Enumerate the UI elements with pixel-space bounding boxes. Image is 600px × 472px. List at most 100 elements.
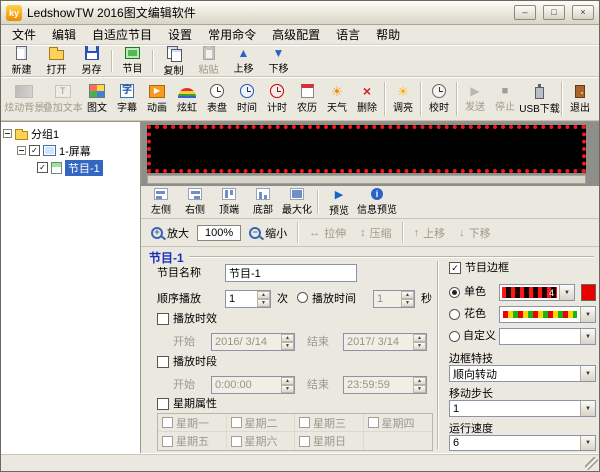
play-time-spinner[interactable]: 1 ▲ ▼ — [373, 290, 415, 308]
dropdown-arrow[interactable]: ▼ — [580, 307, 595, 322]
minimize-button[interactable]: – — [514, 5, 536, 20]
weekday-checkbox-sat[interactable] — [231, 436, 242, 447]
mono-color-radio[interactable] — [449, 287, 460, 298]
subtitle-button[interactable]: 字 字幕 — [112, 79, 142, 119]
brightness-button[interactable]: ☀ 调亮 — [388, 79, 418, 119]
custom-border-combo[interactable]: ▼ — [499, 328, 596, 345]
flower-color-radio[interactable] — [449, 309, 460, 320]
spin-down-button[interactable]: ▼ — [281, 342, 294, 350]
graphic-text-button[interactable]: 图文 — [82, 79, 112, 119]
tree-node-group[interactable]: 分组1 — [3, 125, 138, 142]
spin-down-button[interactable]: ▼ — [413, 385, 426, 393]
exit-button[interactable]: 退出 — [565, 79, 595, 119]
area-move-down-button[interactable]: ↓ 下移 — [453, 223, 497, 243]
align-left-button[interactable]: 左侧 — [145, 187, 177, 217]
stop-button[interactable]: ■ 停止 — [490, 79, 520, 119]
collapse-icon[interactable] — [3, 129, 12, 138]
paste-button[interactable]: 粘贴 — [191, 47, 226, 76]
weekday-checkbox-thu[interactable] — [368, 417, 379, 428]
compress-button[interactable]: ↕ 压缩 — [354, 223, 398, 243]
menu-common-commands[interactable]: 常用命令 — [200, 24, 264, 45]
lunar-calendar-button[interactable]: 农历 — [292, 79, 322, 119]
menu-help[interactable]: 帮助 — [368, 24, 408, 45]
start-time-field[interactable]: 0:00:00 ▲ ▼ — [211, 376, 295, 394]
usb-download-button[interactable]: USB下载 — [520, 79, 559, 119]
spin-down-button[interactable]: ▼ — [413, 342, 426, 350]
time-sync-button[interactable]: 校时 — [424, 79, 454, 119]
maximize-button[interactable]: □ — [543, 5, 565, 20]
new-button[interactable]: 新建 — [4, 47, 39, 76]
info-preview-button[interactable]: i 信息预览 — [357, 187, 397, 217]
program-button[interactable]: 节目 — [115, 47, 150, 76]
dropdown-arrow[interactable]: ▼ — [580, 401, 595, 416]
run-speed-select[interactable]: 6 ▼ — [449, 435, 596, 451]
led-screen[interactable] — [147, 125, 586, 173]
custom-border-radio[interactable] — [449, 331, 460, 342]
flower-pattern-combo[interactable]: ▼ — [499, 306, 596, 323]
menu-file[interactable]: 文件 — [4, 24, 44, 45]
maximize-area-button[interactable]: 最大化 — [281, 187, 313, 217]
stretch-button[interactable]: ↔ 拉伸 — [303, 223, 352, 243]
week-property-checkbox[interactable] — [157, 398, 169, 410]
spin-up-button[interactable]: ▲ — [281, 334, 294, 342]
menu-adaptive-program[interactable]: 自适应节目 — [84, 24, 160, 45]
align-right-button[interactable]: 右侧 — [179, 187, 211, 217]
menu-settings[interactable]: 设置 — [160, 24, 200, 45]
copy-button[interactable]: 复制 — [156, 47, 191, 76]
menu-language[interactable]: 语言 — [328, 24, 368, 45]
border-effect-select[interactable]: 顺向转动 ▼ — [449, 365, 596, 382]
save-as-button[interactable]: 另存 — [74, 47, 109, 76]
move-up-button[interactable]: ▲ 上移 — [226, 47, 261, 76]
timer-button[interactable]: 计时 — [262, 79, 292, 119]
align-bottom-button[interactable]: 底部 — [247, 187, 279, 217]
animation-button[interactable]: ▶ 动画 — [142, 79, 172, 119]
close-button[interactable]: × — [572, 5, 594, 20]
end-date-field[interactable]: 2017/ 3/14 ▲ ▼ — [343, 333, 427, 351]
weekday-checkbox-wed[interactable] — [299, 417, 310, 428]
weather-button[interactable]: ☀ 天气 — [322, 79, 352, 119]
dropdown-arrow[interactable]: ▼ — [580, 366, 595, 381]
dropdown-arrow[interactable]: ▼ — [559, 285, 574, 300]
spin-down-button[interactable]: ▼ — [257, 299, 270, 307]
tree-node-screen[interactable]: ✓ 1-屏幕 — [3, 142, 138, 159]
spin-up-button[interactable]: ▲ — [401, 291, 414, 299]
area-move-up-button[interactable]: ↑ 上移 — [408, 223, 452, 243]
zoom-out-button[interactable]: − 缩小 — [243, 223, 293, 243]
program-checkbox[interactable]: ✓ — [37, 162, 48, 173]
resize-grip[interactable] — [585, 457, 598, 470]
sequence-play-spinner[interactable]: 1 ▲ ▼ — [225, 290, 271, 308]
overlay-text-button[interactable]: T 叠加文本 — [44, 79, 83, 119]
mono-pattern-combo[interactable]: 4 ▼ — [499, 284, 575, 301]
spin-up-button[interactable]: ▲ — [257, 291, 270, 299]
dropdown-arrow[interactable]: ▼ — [580, 329, 595, 344]
weekday-checkbox-sun[interactable] — [299, 436, 310, 447]
program-name-input[interactable]: 节目-1 — [225, 264, 357, 282]
tree-node-program[interactable]: ✓ 节目-1 — [3, 159, 138, 176]
start-date-field[interactable]: 2016/ 3/14 ▲ ▼ — [211, 333, 295, 351]
program-border-checkbox[interactable]: ✓ — [449, 262, 461, 274]
valid-time-checkbox[interactable] — [157, 313, 169, 325]
spin-up-button[interactable]: ▲ — [413, 334, 426, 342]
weekday-checkbox-fri[interactable] — [162, 436, 173, 447]
menu-advanced-config[interactable]: 高级配置 — [264, 24, 328, 45]
end-time-field[interactable]: 23:59:59 ▲ ▼ — [343, 376, 427, 394]
align-top-button[interactable]: 顶端 — [213, 187, 245, 217]
weekday-checkbox-mon[interactable] — [162, 417, 173, 428]
preview-scrollbar[interactable] — [147, 175, 586, 184]
delete-button[interactable]: × 删除 — [352, 79, 382, 119]
open-button[interactable]: 打开 — [39, 47, 74, 76]
dial-button[interactable]: 表盘 — [202, 79, 232, 119]
collapse-icon[interactable] — [17, 146, 26, 155]
spin-up-button[interactable]: ▲ — [413, 377, 426, 385]
move-step-select[interactable]: 1 ▼ — [449, 400, 596, 417]
weekday-checkbox-tue[interactable] — [231, 417, 242, 428]
time-button[interactable]: 时间 — [232, 79, 262, 119]
mono-color-swatch[interactable] — [581, 284, 596, 301]
spin-down-button[interactable]: ▼ — [281, 385, 294, 393]
play-period-checkbox[interactable] — [157, 356, 169, 368]
preview-button[interactable]: ▶ 预览 — [323, 187, 355, 217]
rainbow-button[interactable]: 炫虹 — [172, 79, 202, 119]
zoom-in-button[interactable]: + 放大 — [145, 223, 195, 243]
spin-up-button[interactable]: ▲ — [281, 377, 294, 385]
zoom-level-value[interactable]: 100% — [197, 225, 241, 241]
